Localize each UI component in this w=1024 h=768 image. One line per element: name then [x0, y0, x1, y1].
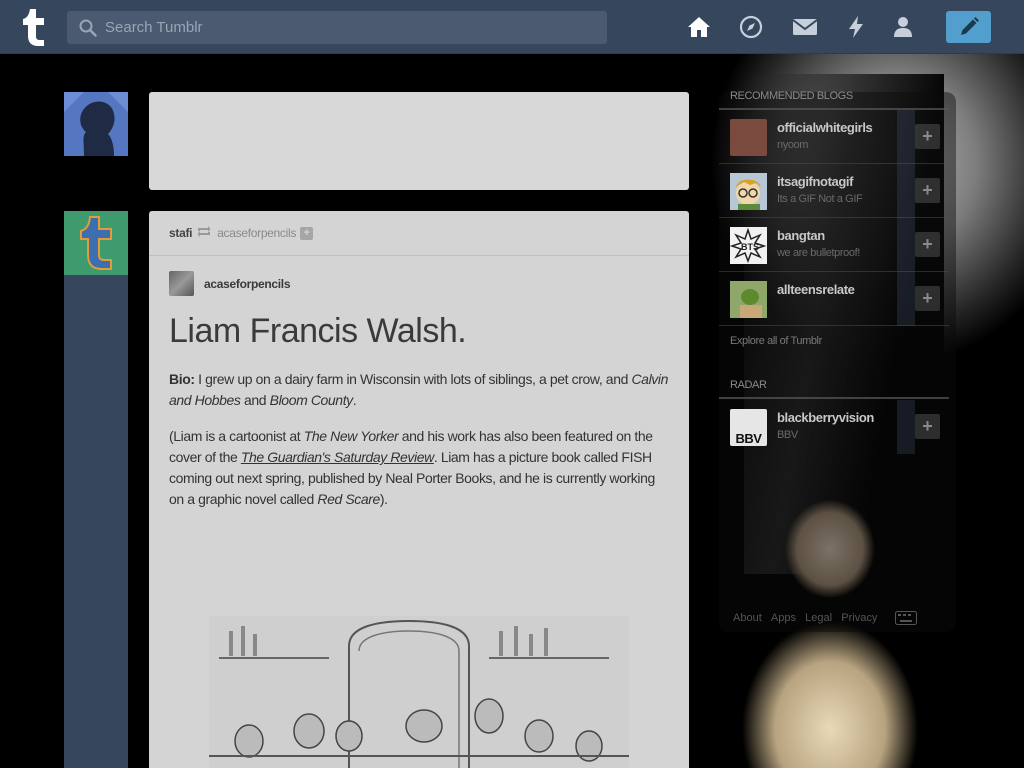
- post-composer-box[interactable]: [149, 92, 689, 190]
- footer-about-link[interactable]: About: [733, 612, 762, 624]
- explore-icon[interactable]: [737, 13, 765, 41]
- radar-title: RADAR: [730, 379, 767, 391]
- recommended-blog-row[interactable]: allteensrelate +: [719, 272, 949, 326]
- post-title: Liam Francis Walsh.: [169, 312, 467, 350]
- follow-radar-blog-button[interactable]: +: [915, 414, 940, 439]
- pencil-icon: [960, 17, 979, 35]
- recommended-blog-row[interactable]: officialwhitegirls nyoom +: [719, 110, 949, 164]
- source-username[interactable]: acaseforpencils: [217, 226, 296, 240]
- search-icon: [79, 19, 97, 37]
- inbox-icon[interactable]: [791, 13, 819, 41]
- reblog-icon: [197, 226, 211, 240]
- user-avatar[interactable]: [64, 92, 128, 156]
- description-text: ).: [379, 491, 388, 507]
- dashboard-post: stafi acaseforpencils + acaseforpencils …: [149, 211, 689, 768]
- bio-text: .: [352, 392, 357, 408]
- footer-privacy-link[interactable]: Privacy: [841, 612, 877, 624]
- search-input[interactable]: [105, 19, 585, 36]
- recommended-blog-row[interactable]: itsagifnotagif Its a GIF Not a GIF +: [719, 164, 949, 218]
- footer-legal-link[interactable]: Legal: [805, 612, 832, 624]
- bio-text: I grew up on a dairy farm in Wisconsin w…: [194, 371, 632, 387]
- reblogger-username[interactable]: stafi: [169, 226, 192, 240]
- blog-name[interactable]: allteensrelate: [777, 282, 855, 297]
- guardian-link[interactable]: The Guardian's Saturday Review: [241, 449, 434, 465]
- explore-all-link[interactable]: Explore all of Tumblr: [730, 335, 822, 347]
- blog-avatar[interactable]: [730, 173, 767, 210]
- sidebar-footer-links: About Apps Legal Privacy: [733, 612, 877, 624]
- cartoon-illustration: [209, 616, 629, 768]
- avatar-column-rail: [64, 275, 128, 768]
- keyboard-icon[interactable]: [895, 611, 917, 630]
- recommended-blog-row[interactable]: BTS bangtan we are bulletproof! +: [719, 218, 949, 272]
- tumblr-logo-icon[interactable]: [16, 6, 52, 48]
- bio-paragraph: Bio: I grew up on a dairy farm in Wiscon…: [169, 369, 669, 411]
- post-header: stafi acaseforpencils +: [149, 211, 689, 256]
- follow-blog-button[interactable]: +: [915, 286, 940, 311]
- account-icon[interactable]: [889, 13, 917, 41]
- radar-blog-subtitle: BBV: [777, 429, 798, 441]
- blog-subtitle: nyoom: [777, 139, 809, 151]
- right-sidebar: RECOMMENDED BLOGS officialwhitegirls nyo…: [719, 90, 956, 632]
- blog-row-fade: [897, 400, 915, 454]
- follow-blog-button[interactable]: +: [915, 232, 940, 257]
- blog-subtitle: we are bulletproof!: [777, 247, 860, 259]
- activity-icon[interactable]: [842, 13, 870, 41]
- follow-blog-button[interactable]: +: [915, 124, 940, 149]
- recommended-blogs-title: RECOMMENDED BLOGS: [730, 90, 853, 102]
- description-emphasis: The New Yorker: [303, 428, 399, 444]
- blog-avatar[interactable]: [730, 119, 767, 156]
- bio-emphasis: Bloom County: [269, 392, 354, 408]
- blog-row-fade: [897, 272, 915, 326]
- compose-button[interactable]: [946, 11, 991, 43]
- svg-text:BTS: BTS: [741, 242, 759, 252]
- radar-blog-name[interactable]: blackberryvision: [777, 410, 874, 425]
- post-source-row: acaseforpencils: [149, 256, 689, 296]
- description-text: (Liam is a cartoonist at: [169, 428, 304, 444]
- home-icon[interactable]: [685, 13, 713, 41]
- follow-blog-button[interactable]: +: [915, 178, 940, 203]
- footer-apps-link[interactable]: Apps: [771, 612, 796, 624]
- blog-row-fade: [897, 218, 915, 272]
- blog-row-fade: [897, 110, 915, 164]
- sidebar-divider: [719, 397, 949, 399]
- bio-label: Bio:: [169, 371, 195, 387]
- source-avatar[interactable]: [169, 271, 194, 296]
- source-blog-name[interactable]: acaseforpencils: [204, 277, 291, 291]
- blog-subtitle: Its a GIF Not a GIF: [777, 193, 863, 205]
- description-emphasis: Red Scare: [317, 491, 380, 507]
- radar-blog-avatar[interactable]: BBV: [730, 409, 767, 446]
- blog-row-fade: [897, 164, 915, 218]
- guardian-link-text: The Guardian's Saturday Review: [240, 449, 434, 465]
- post-body: Bio: I grew up on a dairy farm in Wiscon…: [149, 351, 689, 510]
- description-paragraph: (Liam is a cartoonist at The New Yorker …: [169, 426, 669, 510]
- radar-blog-row[interactable]: BBV blackberryvision BBV +: [719, 400, 949, 454]
- blog-name[interactable]: bangtan: [777, 228, 825, 243]
- follow-source-button[interactable]: +: [300, 226, 314, 240]
- blog-avatar[interactable]: BTS: [729, 227, 767, 264]
- search-bar[interactable]: [67, 11, 607, 44]
- bio-text: and: [240, 392, 270, 408]
- staff-blog-avatar[interactable]: [64, 211, 128, 275]
- blog-avatar[interactable]: [730, 281, 767, 318]
- radar-avatar-text: BBV: [735, 431, 762, 446]
- blog-name[interactable]: itsagifnotagif: [777, 174, 853, 189]
- blog-name[interactable]: officialwhitegirls: [777, 120, 873, 135]
- top-navigation-bar: [0, 0, 1024, 54]
